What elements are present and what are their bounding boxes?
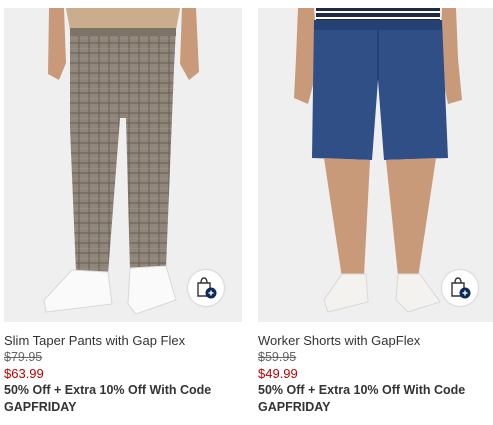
sale-price: $63.99 — [4, 366, 44, 381]
sale-price: $49.99 — [258, 366, 298, 381]
promo-text: 50% Off + Extra 10% Off With Code — [4, 383, 212, 397]
product-card[interactable]: Slim Taper Pants with Gap Flex $79.95 $6… — [4, 8, 242, 416]
product-image[interactable] — [4, 8, 242, 322]
promo-code: GAPFRIDAY — [4, 400, 77, 414]
product-title[interactable]: Slim Taper Pants with Gap Flex — [4, 332, 242, 349]
original-price: $59.95 — [258, 350, 297, 364]
shopping-bag-add-icon — [451, 277, 471, 299]
product-card[interactable]: Worker Shorts with GapFlex $59.95 $49.99… — [258, 8, 493, 416]
original-price: $79.95 — [4, 350, 43, 364]
add-to-bag-button[interactable] — [442, 270, 478, 306]
add-to-bag-button[interactable] — [188, 270, 224, 306]
promo-text: 50% Off + Extra 10% Off With Code — [258, 383, 466, 397]
shopping-bag-add-icon — [197, 277, 217, 299]
product-image[interactable] — [258, 8, 493, 322]
promo-code: GAPFRIDAY — [258, 400, 331, 414]
product-title[interactable]: Worker Shorts with GapFlex — [258, 332, 493, 349]
